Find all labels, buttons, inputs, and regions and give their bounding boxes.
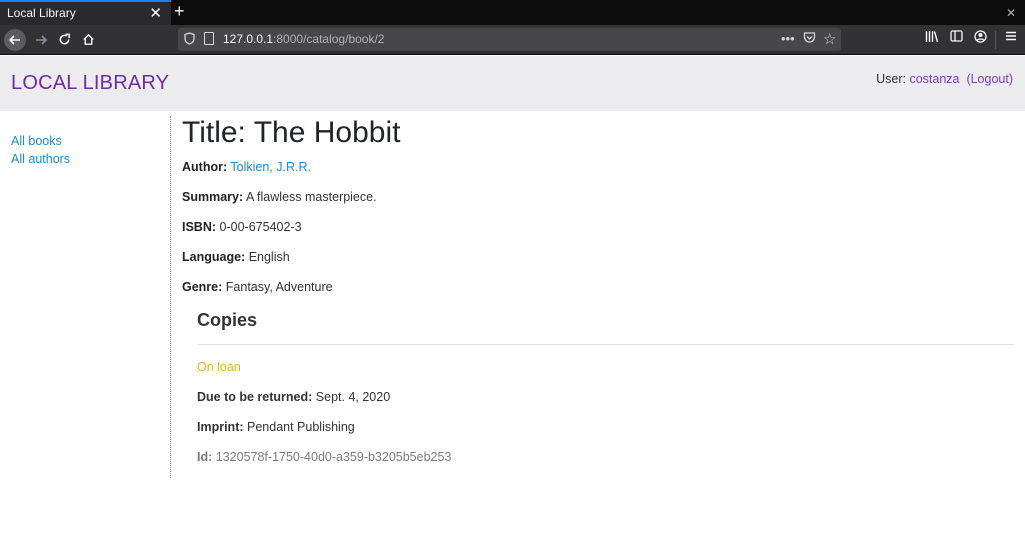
genre-value: Fantasy, Adventure [225,280,333,294]
logout-link[interactable]: (Logout) [966,72,1013,86]
window-close-icon[interactable]: ✕ [1006,6,1016,20]
browser-tab-bar: Local Library ✕ + ✕ [0,0,1025,25]
library-icon[interactable] [925,30,939,46]
page-icon [204,32,214,45]
genre-label: Genre: [182,280,223,294]
imprint-label: Imprint: [197,420,244,434]
due-date-value: Sept. 4, 2020 [315,390,391,404]
new-tab-icon[interactable]: + [174,1,185,21]
site-brand: LOCAL LIBRARY [11,72,170,94]
sidebar-item-all-books[interactable]: All books [11,132,70,150]
user-prefix: User: [876,72,910,86]
genre-field: Genre: Fantasy, Adventure [182,280,333,294]
shield-icon[interactable] [184,32,195,48]
forward-icon[interactable] [30,29,52,51]
isbn-label: ISBN: [182,220,217,234]
summary-label: Summary: [182,190,244,204]
url-bar[interactable]: 127.0.0.1:8000/catalog/book/2 ••• ☆ [178,28,841,51]
isbn-field: ISBN: 0-00-675402-3 [182,220,302,234]
sidebar-divider [170,116,171,478]
menu-icon[interactable] [1005,30,1017,45]
copies-divider [197,344,1014,345]
author-label: Author: [182,160,228,174]
sidebar-nav: All books All authors [11,132,70,168]
site-header: LOCAL LIBRARY User: costanza (Logout) [0,56,1025,111]
url-text[interactable]: 127.0.0.1:8000/catalog/book/2 [223,32,384,46]
account-icon[interactable] [974,30,987,46]
language-value: English [248,250,290,264]
home-icon[interactable] [77,29,99,51]
copy-id-field: Id: 1320578f-1750-40d0-a359-b3205b5eb253 [197,450,451,464]
more-icon[interactable]: ••• [781,31,795,46]
imprint-value: Pendant Publishing [247,420,355,434]
pocket-icon[interactable] [803,31,816,47]
sidebar-item-all-authors[interactable]: All authors [11,150,70,168]
copy-status: On loan [197,360,241,374]
copies-heading: Copies [197,310,258,330]
due-date-label: Due to be returned: [197,390,313,404]
due-date-field: Due to be returned: Sept. 4, 2020 [197,390,390,404]
sidebar-icon[interactable] [950,30,963,45]
browser-tab[interactable]: Local Library ✕ [0,0,171,25]
summary-value: A flawless masterpiece. [245,190,377,204]
isbn-value: 0-00-675402-3 [219,220,302,234]
language-label: Language: [182,250,246,264]
bookmark-star-icon[interactable]: ☆ [823,30,836,48]
author-field: Author: Tolkien, J.R.R. [182,160,311,174]
user-area: User: costanza (Logout) [876,72,1013,86]
imprint-field: Imprint: Pendant Publishing [197,420,355,434]
copy-id-value: 1320578f-1750-40d0-a359-b3205b5eb253 [215,450,452,464]
page-title: Title: The Hobbit [182,116,401,149]
language-field: Language: English [182,250,290,264]
tab-close-icon[interactable]: ✕ [149,4,162,22]
summary-field: Summary: A flawless masterpiece. [182,190,377,204]
tab-title: Local Library [7,6,76,20]
reload-icon[interactable] [53,29,75,51]
toolbar-divider [995,31,996,49]
copy-id-label: Id: [197,450,213,464]
author-link[interactable]: Tolkien, J.R.R. [230,160,311,174]
back-icon[interactable] [4,29,26,51]
browser-nav-bar: 127.0.0.1:8000/catalog/book/2 ••• ☆ [0,25,1025,55]
username-link[interactable]: costanza [909,72,959,86]
